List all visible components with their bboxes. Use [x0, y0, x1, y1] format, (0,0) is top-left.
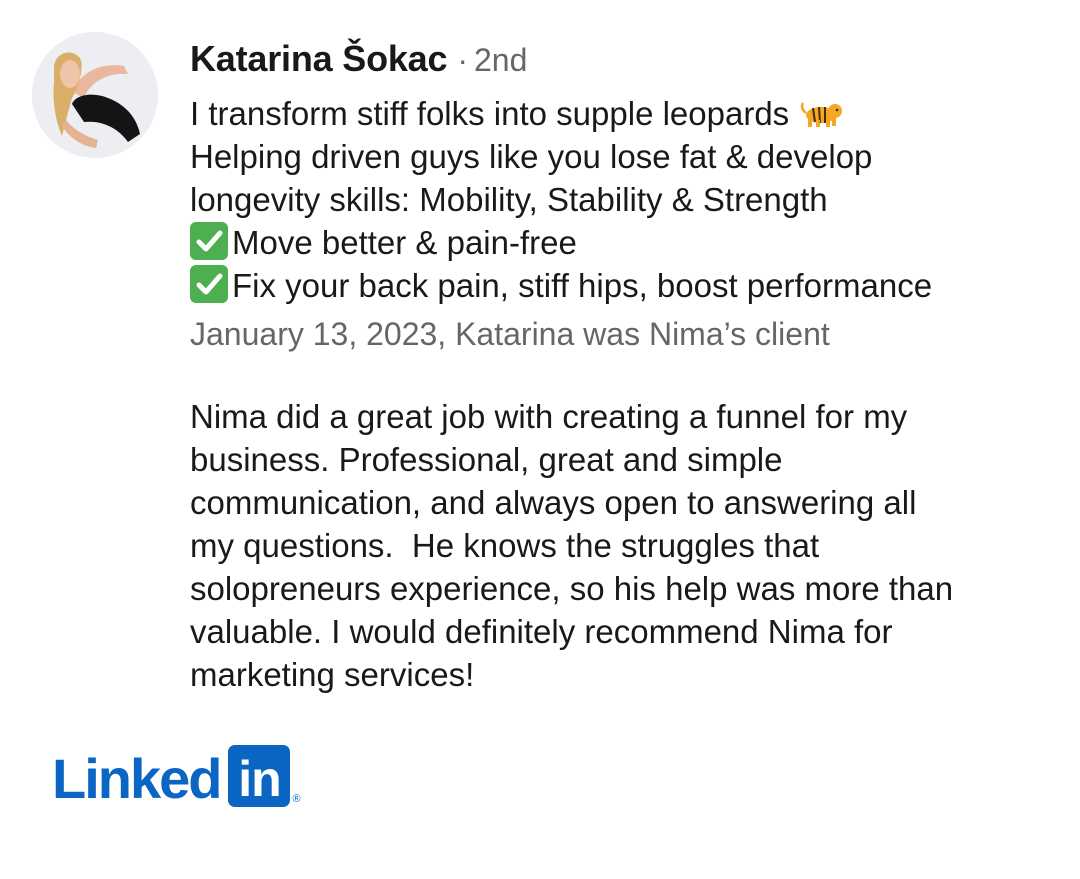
headline-line: Fix your back pain, stiff hips, boost pe… — [190, 264, 1060, 307]
recommendation-card: Katarina Šokac · 2nd I transform stiff f… — [0, 0, 1080, 879]
tiger-emoji-icon — [799, 95, 845, 127]
linkedin-logo-box: in — [228, 745, 291, 807]
recommendation-line: Nima did a great job with creating a fun… — [190, 398, 908, 435]
headline-line: Helping driven guys like you lose fat & … — [190, 138, 873, 175]
recommendation-line: solopreneurs experience, so his help was… — [190, 570, 954, 607]
check-mark-button-icon — [190, 222, 228, 260]
registered-mark: ® — [292, 793, 301, 805]
profile-name[interactable]: Katarina Šokac — [190, 38, 448, 80]
headline-line: I transform stiff folks into supple leop… — [190, 92, 1060, 135]
linkedin-logo-word: Linked — [52, 747, 222, 810]
profile-headline: I transform stiff folks into supple leop… — [190, 92, 1060, 307]
recommendation-meta: January 13, 2023, Katarina was Nima’s cl… — [190, 316, 830, 352]
recommendation-line: my questions. He knows the struggles tha… — [190, 527, 820, 564]
recommendation-line: communication, and always open to answer… — [190, 484, 917, 521]
degree-separator: · — [457, 42, 468, 78]
headline-line: longevity skills: Mobility, Stability & … — [190, 181, 828, 218]
name-row: Katarina Šokac · 2nd — [190, 38, 1060, 88]
headline-line: Move better & pain-free — [190, 221, 1060, 264]
recommendation-line: business. Professional, great and simple — [190, 441, 783, 478]
recommendation-content: Katarina Šokac · 2nd I transform stiff f… — [190, 38, 1060, 696]
check-mark-button-icon — [190, 265, 228, 303]
recommendation-text: Nima did a great job with creating a fun… — [190, 395, 1060, 696]
recommendation-line: marketing services! — [190, 656, 475, 693]
avatar[interactable] — [32, 32, 158, 158]
linkedin-logo: Linked in ® — [52, 745, 301, 807]
recommendation-line: valuable. I would definitely recommend N… — [190, 613, 893, 650]
connection-degree: 2nd — [473, 42, 528, 78]
profile-photo-icon — [32, 32, 158, 158]
